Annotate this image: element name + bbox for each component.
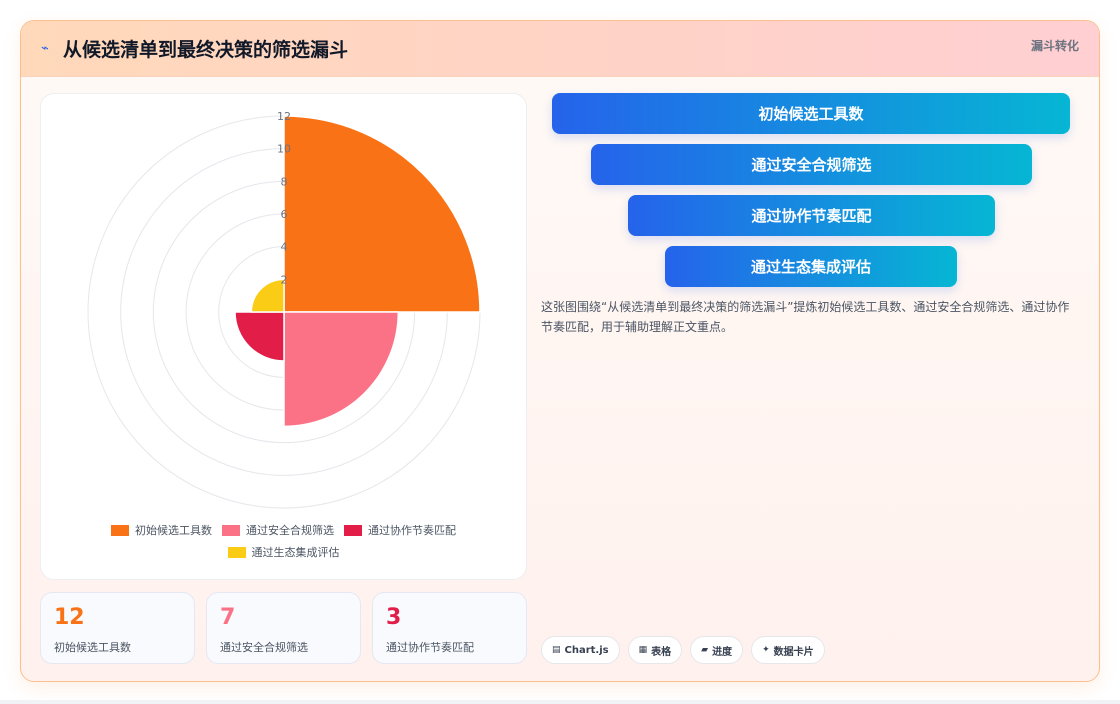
- chart-icon: ▤: [552, 645, 561, 655]
- polar-chart-panel: 12 10 8 6 4 2 初始候选工具数 通过安全合规筛选 通过协作节奏匹配通过生态集成评估: [40, 93, 527, 580]
- progress-icon: ▰: [701, 645, 709, 655]
- stat-label: 通过安全合规筛选: [220, 641, 308, 654]
- card-title: 从候选清单到最终决策的筛选漏斗: [63, 39, 349, 61]
- polar-sector-1[interactable]: [283, 115, 481, 313]
- polar-sector-3[interactable]: [234, 311, 285, 362]
- page-bottom-divider: [0, 700, 1120, 704]
- funnel-stage-2: 通过安全合规筛选: [591, 144, 1032, 185]
- legend-swatch: [227, 546, 246, 558]
- r-tick-label: 12: [277, 110, 291, 123]
- trend-icon: ⌁: [41, 41, 49, 56]
- funnel-stage-1: 初始候选工具数: [552, 93, 1070, 134]
- stat-card-collab: 3 通过协作节奏匹配: [372, 592, 527, 664]
- legend-label: 通过安全合规筛选: [246, 524, 334, 537]
- sparkle-icon: ✦: [762, 645, 770, 655]
- polar-sector-4[interactable]: [250, 278, 285, 313]
- legend-label: 通过生态集成评估: [251, 546, 340, 559]
- polar-area-chart: 12 10 8 6 4 2: [87, 110, 481, 509]
- chart-card: ⌁ 从候选清单到最终决策的筛选漏斗 漏斗转化 12 10 8 6 4 2 初始候选工具数通…: [20, 20, 1100, 682]
- funnel-stage-4: 通过生态集成评估: [665, 246, 957, 287]
- chip-label: 进度: [712, 646, 733, 658]
- r-tick-label: 8: [281, 175, 288, 188]
- table-icon: ▦: [638, 645, 648, 655]
- stat-card-security: 7 通过安全合规筛选: [206, 592, 361, 664]
- chip-table[interactable]: ▦ 表格: [627, 636, 683, 664]
- chip-chartjs[interactable]: ▤ Chart.js: [541, 636, 620, 664]
- card-header: ⌁ 从候选清单到最终决策的筛选漏斗 漏斗转化: [21, 21, 1099, 77]
- legend-swatch: [344, 524, 362, 536]
- legend-item[interactable]: 通过安全合规筛选: [222, 522, 334, 538]
- r-tick-label: 6: [281, 208, 288, 221]
- chip-label: 表格: [651, 646, 672, 658]
- stat-label: 初始候选工具数: [54, 641, 131, 654]
- funnel-stage-3: 通过协作节奏匹配: [628, 195, 995, 236]
- legend-swatch: [222, 524, 240, 536]
- chip-label: Chart.js: [564, 644, 609, 656]
- stat-value: 3: [386, 605, 402, 630]
- chip-data-card[interactable]: ✦ 数据卡片: [751, 636, 825, 664]
- category-tag: 漏斗转化: [1030, 39, 1079, 53]
- polar-sector-2[interactable]: [283, 311, 400, 428]
- legend-swatch: [111, 524, 129, 536]
- stat-card-initial: 12 初始候选工具数: [40, 592, 195, 664]
- r-tick-label: 4: [281, 241, 288, 254]
- legend-item[interactable]: 通过生态集成评估: [227, 544, 340, 560]
- chart-legend: 初始候选工具数 通过安全合规筛选 通过协作节奏匹配通过生态集成评估: [41, 522, 526, 560]
- feature-chips: ▤ Chart.js ▦ 表格 ▰ 进度 ✦ 数据卡片: [541, 636, 825, 664]
- stat-value: 12: [54, 605, 85, 630]
- chart-description: 这张图围绕“从候选清单到最终决策的筛选漏斗”提炼初始候选工具数、通过安全合规筛选…: [541, 300, 1070, 334]
- stat-label: 通过协作节奏匹配: [386, 641, 474, 654]
- legend-item[interactable]: 初始候选工具数: [111, 522, 212, 538]
- legend-label: 初始候选工具数: [135, 524, 212, 537]
- legend-item[interactable]: 通过协作节奏匹配: [344, 522, 456, 538]
- chip-label: 数据卡片: [773, 646, 814, 658]
- r-tick-label: 10: [277, 143, 291, 156]
- legend-label: 通过协作节奏匹配: [368, 524, 456, 537]
- stat-value: 7: [220, 605, 236, 630]
- r-tick-label: 2: [281, 273, 288, 286]
- chip-progress[interactable]: ▰ 进度: [690, 636, 744, 664]
